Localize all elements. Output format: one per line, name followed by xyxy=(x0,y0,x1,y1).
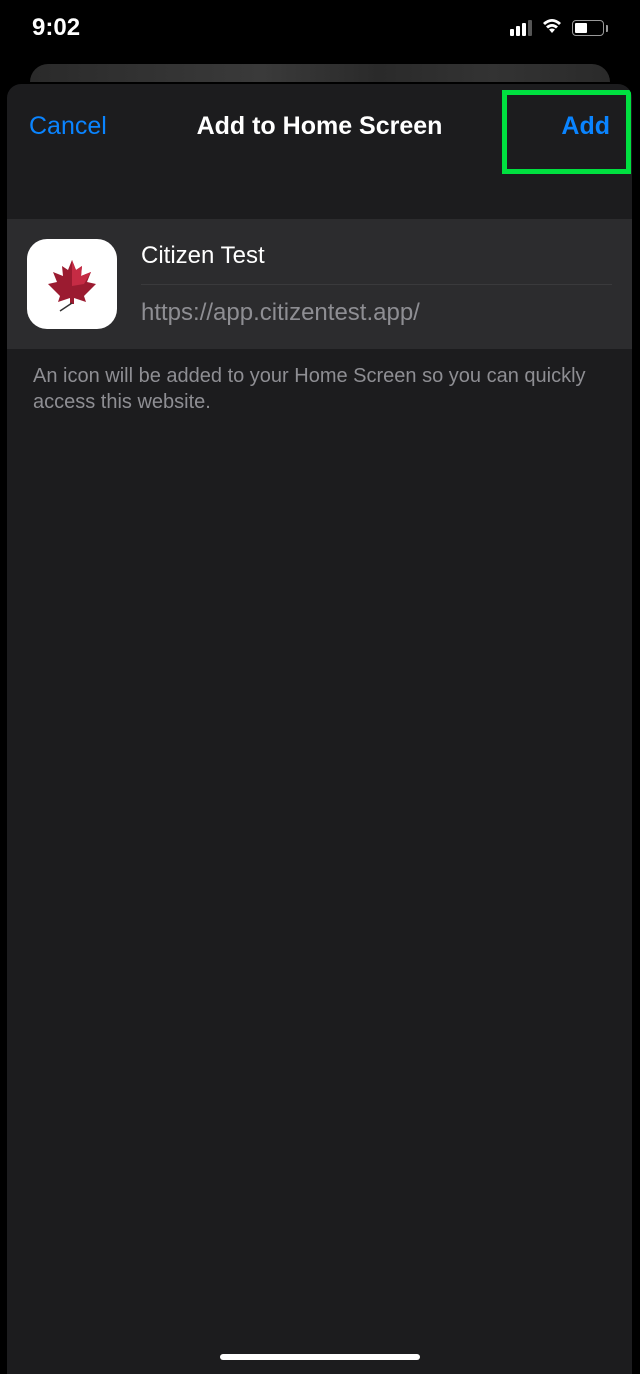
add-button[interactable]: Add xyxy=(561,112,610,141)
battery-icon xyxy=(572,20,608,36)
cancel-button[interactable]: Cancel xyxy=(29,112,107,141)
form-fields: https://app.citizentest.app/ xyxy=(141,242,612,327)
app-icon xyxy=(27,239,117,329)
wifi-icon xyxy=(540,16,564,41)
home-indicator[interactable] xyxy=(220,1354,420,1360)
sheet-title: Add to Home Screen xyxy=(197,112,443,141)
status-time: 9:02 xyxy=(32,14,80,42)
sheet-header: Cancel Add to Home Screen Add xyxy=(7,84,632,181)
maple-leaf-icon xyxy=(44,256,100,312)
status-bar: 9:02 xyxy=(0,0,640,56)
add-to-homescreen-sheet: Cancel Add to Home Screen Add https://ap… xyxy=(7,84,632,1374)
status-icons xyxy=(510,16,608,41)
app-name-input[interactable] xyxy=(141,242,612,284)
app-url-text: https://app.citizentest.app/ xyxy=(141,285,612,327)
background-tab-peek xyxy=(30,64,610,82)
help-text: An icon will be added to your Home Scree… xyxy=(7,349,632,429)
website-info-row: https://app.citizentest.app/ xyxy=(7,219,632,349)
cellular-signal-icon xyxy=(510,20,532,36)
